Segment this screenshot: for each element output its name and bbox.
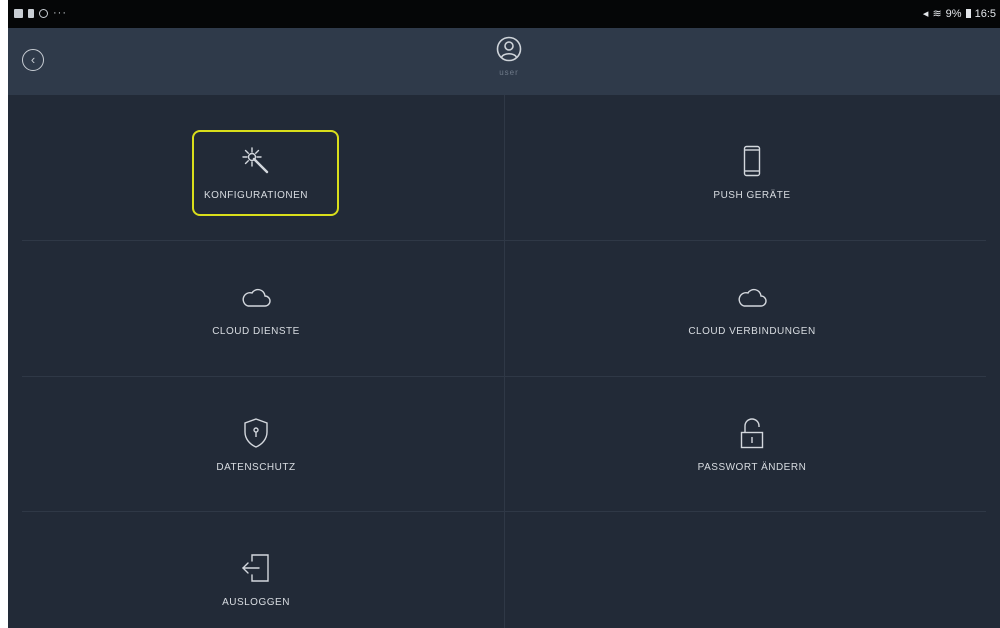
sync-icon <box>39 8 48 18</box>
chevron-left-icon: ‹ <box>30 52 36 67</box>
menu-item-label: PUSH GERÄTE <box>713 189 791 201</box>
wifi-icon: ≋ <box>932 8 942 20</box>
user-name: user <box>499 68 519 77</box>
logout-icon <box>242 553 269 582</box>
back-button[interactable]: ‹ <box>22 49 44 71</box>
cloud-icon <box>738 288 767 307</box>
user-profile[interactable]: user <box>484 36 534 77</box>
menu-item-konfigurationen[interactable]: KONFIGURATIONEN <box>8 105 504 240</box>
battery-percent: 9% <box>945 7 962 20</box>
cloud-icon <box>242 288 271 307</box>
gallery-icon <box>14 8 23 18</box>
menu-item-label: CLOUD VERBINDUNGEN <box>688 325 816 337</box>
menu-item-label: PASSWORT ÄNDERN <box>697 461 807 473</box>
status-bar: ··· ◂ ≋ 9% 16:5 <box>8 0 1000 28</box>
menu-item-datenschutz[interactable]: DATENSCHUTZ <box>8 377 504 512</box>
mute-icon: ◂ <box>922 8 929 20</box>
battery-saver-icon <box>28 8 34 18</box>
shield-icon <box>244 417 268 448</box>
battery-icon <box>965 9 971 18</box>
menu-item-cloud-dienste[interactable]: CLOUD DIENSTE <box>8 241 504 376</box>
status-bar-left: ··· <box>14 7 67 19</box>
menu-item-cloud-verbindungen[interactable]: CLOUD VERBINDUNGEN <box>504 241 1000 376</box>
menu-item-label: CLOUD DIENSTE <box>212 325 300 337</box>
user-icon <box>496 36 522 62</box>
app-header: ‹ user <box>8 28 1000 95</box>
clock: 16:5 <box>974 7 996 20</box>
menu-item-passwort-aendern[interactable]: PASSWORT ÄNDERN <box>504 377 1000 512</box>
settings-menu-grid: KONFIGURATIONEN PUSH GERÄTE CLOUD DIENST… <box>8 95 1000 628</box>
menu-item-ausloggen[interactable]: AUSLOGGEN <box>8 512 504 628</box>
status-bar-right: ◂ ≋ 9% 16:5 <box>922 7 996 21</box>
menu-item-label: KONFIGURATIONEN <box>204 189 308 201</box>
menu-item-label: AUSLOGGEN <box>222 596 290 608</box>
app-screen: ··· ◂ ≋ 9% 16:5 ‹ user KONFIGURATIONEN P… <box>8 0 1000 628</box>
magic-wand-icon <box>242 146 269 173</box>
more-notifications-icon: ··· <box>53 7 67 19</box>
menu-item-label: DATENSCHUTZ <box>216 461 296 473</box>
unlock-icon <box>740 417 764 448</box>
phone-icon <box>743 145 761 176</box>
menu-item-push-geraete[interactable]: PUSH GERÄTE <box>504 105 1000 240</box>
